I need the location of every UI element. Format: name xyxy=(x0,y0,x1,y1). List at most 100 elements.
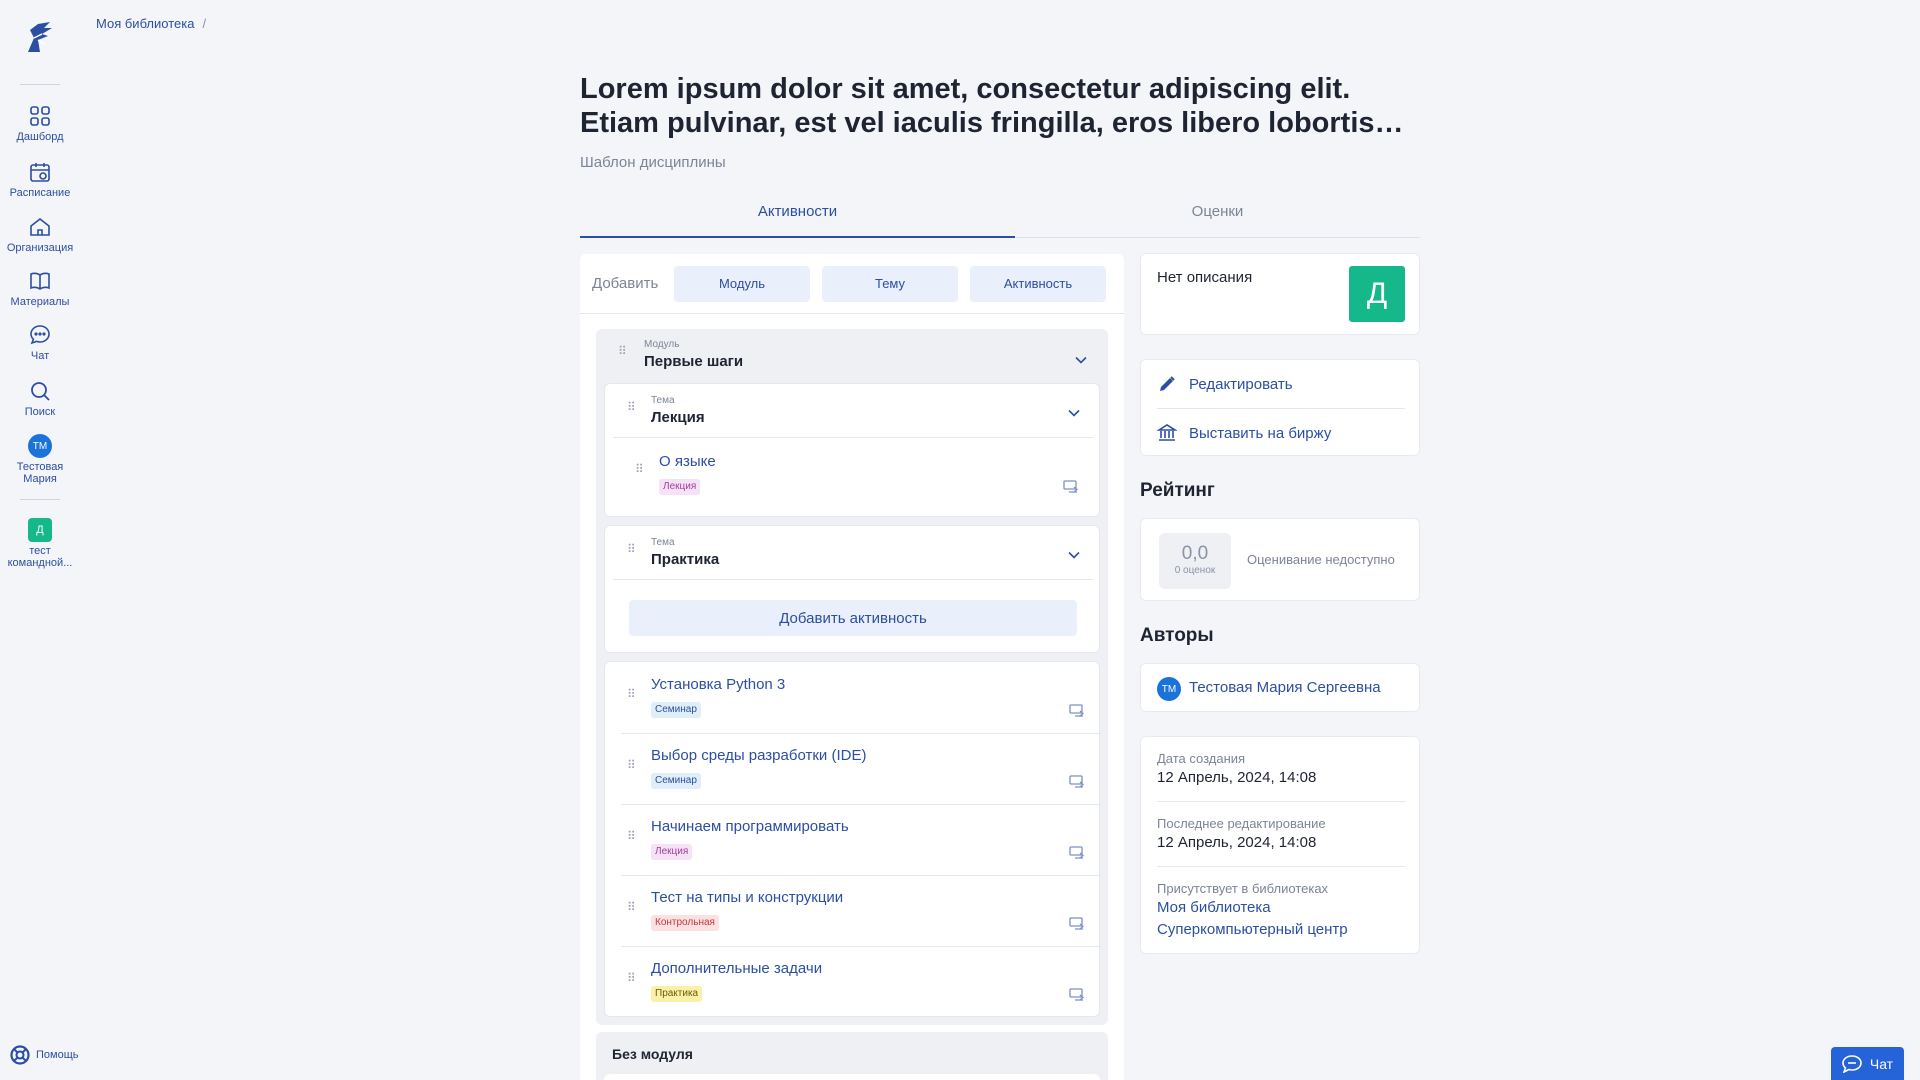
sidebar-item-label: Организация xyxy=(6,242,74,254)
sidebar-item-label: Материалы xyxy=(10,296,70,308)
author-avatar: ТМ xyxy=(1157,677,1181,701)
logo-icon[interactable] xyxy=(20,18,60,58)
drag-handle-icon[interactable]: ⠿ xyxy=(627,401,637,419)
activity-type-badge: Семинар xyxy=(651,773,701,789)
activity-type-badge: Лекция xyxy=(651,844,693,860)
drag-handle-icon[interactable]: ⠿ xyxy=(627,972,637,990)
sidebar-item-chat[interactable]: Чат xyxy=(0,323,80,362)
avatar: ТМ xyxy=(28,434,52,458)
drag-handle-icon[interactable]: ⠿ xyxy=(627,759,637,777)
drag-handle-icon[interactable]: ⠿ xyxy=(627,688,637,706)
team-avatar: Д xyxy=(28,518,52,542)
meta-card: Дата создания 12 Апрель, 2024, 14:08 Пос… xyxy=(1140,736,1420,954)
screen-icon[interactable] xyxy=(1069,704,1085,718)
topic-caption: Тема xyxy=(651,395,675,406)
add-activity-button[interactable]: Активность xyxy=(970,265,1106,302)
drag-handle-icon[interactable]: ⠿ xyxy=(627,901,637,919)
sidebar-item-label: Дашборд xyxy=(16,131,64,143)
screen-icon[interactable] xyxy=(1069,988,1085,1002)
description-text: Нет описания xyxy=(1157,269,1253,286)
sidebar: Дашборд Расписание Организация Материалы… xyxy=(0,0,80,1080)
add-activity-inline-button[interactable]: Добавить активность xyxy=(629,600,1077,636)
library-link[interactable]: Моя библиотека xyxy=(1157,899,1271,916)
divider xyxy=(1157,866,1405,867)
chevron-down-icon[interactable] xyxy=(1067,548,1081,562)
created-value: 12 Апрель, 2024, 14:08 xyxy=(1157,769,1317,786)
sidebar-item-label: Расписание xyxy=(9,187,71,199)
author-name[interactable]: Тестовая Мария Сергеевна xyxy=(1189,679,1381,696)
activity-type-badge: Практика xyxy=(651,986,703,1002)
pencil-icon xyxy=(1160,376,1175,391)
libraries-label: Присутствует в библиотеках xyxy=(1157,881,1329,896)
sidebar-item-materials[interactable]: Материалы xyxy=(0,269,80,308)
breadcrumb: Моя библиотека / xyxy=(96,16,206,31)
topic-card: ⠿ Тема Практика Добавить активность xyxy=(604,525,1100,653)
sidebar-item-team[interactable]: Д тест командной... xyxy=(0,518,80,569)
screen-icon[interactable] xyxy=(1069,775,1085,789)
activity-type-badge: Контрольная xyxy=(651,915,719,931)
dashboard-icon xyxy=(30,106,50,126)
sidebar-item-label: Поиск xyxy=(24,406,56,418)
sidebar-item-profile[interactable]: ТМ Тестовая Мария xyxy=(0,434,80,485)
sidebar-item-organization[interactable]: Организация xyxy=(0,215,80,254)
edit-label: Редактировать xyxy=(1189,375,1293,393)
chat-bubble-icon xyxy=(1842,1054,1862,1073)
list-item[interactable]: ⠿ Выбор среды разработки (IDE) Семинар xyxy=(605,733,1101,804)
topic-card: ⠿ Тема Лекция ⠿ О языке Лекция xyxy=(604,383,1100,517)
publish-label: Выставить на биржу xyxy=(1189,424,1332,442)
sidebar-item-dashboard[interactable]: Дашборд xyxy=(0,104,80,143)
activity-title[interactable]: Установка Python 3 xyxy=(651,676,785,693)
no-module-card xyxy=(604,1074,1100,1080)
breadcrumb-library[interactable]: Моя библиотека xyxy=(96,16,194,31)
activity-title[interactable]: Выбор среды разработки (IDE) xyxy=(651,747,866,764)
topic-name: Практика xyxy=(651,551,720,568)
chevron-down-icon[interactable] xyxy=(1067,406,1081,420)
edited-label: Последнее редактирование xyxy=(1157,816,1326,831)
divider xyxy=(613,437,1093,438)
activity-title[interactable]: Тест на типы и конструкции xyxy=(651,889,843,906)
sidebar-divider xyxy=(20,84,60,85)
edit-button[interactable]: Редактировать xyxy=(1141,360,1421,408)
list-item[interactable]: ⠿ Начинаем программировать Лекция xyxy=(605,804,1101,875)
list-item[interactable]: ⠿ Установка Python 3 Семинар xyxy=(605,662,1101,733)
module-block: ⠿ Модуль Первые шаги ⠿ Тема Лекция ⠿ О я… xyxy=(596,329,1108,1025)
rating-card: 0,0 0 оценок Оценивание недоступно xyxy=(1140,518,1420,601)
module-header[interactable]: ⠿ Модуль Первые шаги xyxy=(596,329,1108,379)
sidebar-divider xyxy=(20,499,60,500)
drag-handle-icon[interactable]: ⠿ xyxy=(627,830,637,848)
rating-count: 0 оценок xyxy=(1174,565,1216,576)
list-item[interactable]: ⠿ Тест на типы и конструкции Контрольная xyxy=(605,875,1101,946)
screen-icon[interactable] xyxy=(1069,846,1085,860)
add-module-button[interactable]: Модуль xyxy=(674,265,810,302)
drag-handle-icon[interactable]: ⠿ xyxy=(635,463,645,481)
description-card: Нет описания Д xyxy=(1140,253,1420,335)
actions-card: Редактировать Выставить на биржу xyxy=(1140,359,1420,456)
chevron-down-icon[interactable] xyxy=(1074,353,1088,367)
search-icon xyxy=(31,382,50,401)
authors-card: ТМ Тестовая Мария Сергеевна xyxy=(1140,663,1420,712)
calendar-icon xyxy=(30,163,50,182)
sidebar-item-schedule[interactable]: Расписание xyxy=(0,160,80,199)
sidebar-item-search[interactable]: Поиск xyxy=(0,379,80,418)
drag-handle-icon[interactable]: ⠿ xyxy=(627,543,637,561)
sidebar-team-name: тест командной... xyxy=(7,545,73,569)
library-link[interactable]: Суперкомпьютерный центр xyxy=(1157,921,1348,938)
add-topic-button[interactable]: Тему xyxy=(822,265,958,302)
activity-title[interactable]: О языке xyxy=(659,453,716,470)
publish-button[interactable]: Выставить на биржу xyxy=(1141,409,1421,457)
chat-widget-button[interactable]: Чат xyxy=(1831,1047,1904,1080)
page-subtitle: Шаблон дисциплины xyxy=(580,154,726,171)
tab-activities[interactable]: Активности xyxy=(580,198,1015,238)
drag-handle-icon[interactable]: ⠿ xyxy=(618,345,628,363)
divider xyxy=(1157,801,1405,802)
help-link[interactable]: Помощь xyxy=(10,1045,79,1065)
activity-title[interactable]: Дополнительные задачи xyxy=(651,960,822,977)
screen-icon[interactable] xyxy=(1063,480,1079,494)
rating-box: 0,0 0 оценок xyxy=(1159,533,1231,589)
rating-heading: Рейтинг xyxy=(1140,480,1215,501)
lifebuoy-icon xyxy=(10,1045,30,1065)
list-item[interactable]: ⠿ Дополнительные задачи Практика xyxy=(605,946,1101,1017)
help-label: Помощь xyxy=(36,1049,79,1061)
activity-title[interactable]: Начинаем программировать xyxy=(651,818,849,835)
screen-icon[interactable] xyxy=(1069,917,1085,931)
